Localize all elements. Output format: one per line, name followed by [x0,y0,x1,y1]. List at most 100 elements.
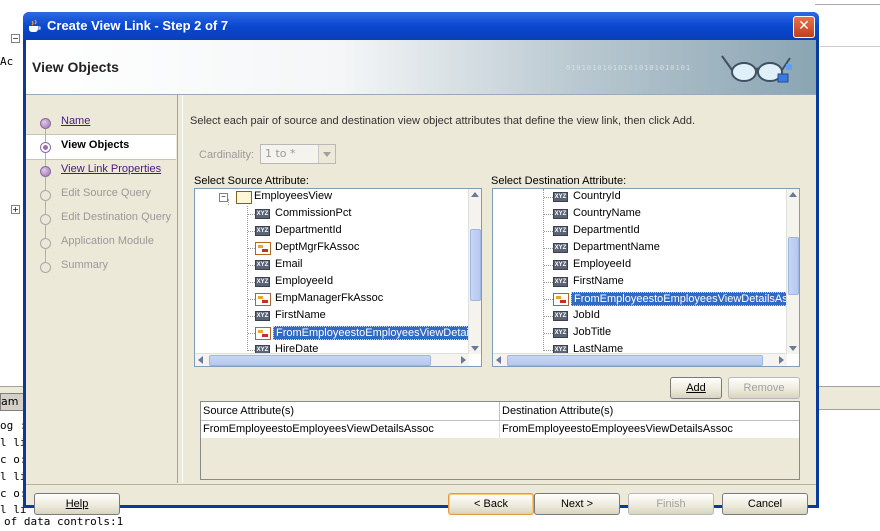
step-view-objects[interactable]: View Objects [26,135,176,157]
tree-node-label: EmployeeId [573,258,632,270]
next-button[interactable]: Next > [534,493,620,515]
scroll-thumb[interactable] [470,229,481,301]
tree-guide [248,265,255,266]
table-cell-destination[interactable]: FromEmployeestoEmployeesViewDetailsAssoc [500,421,799,438]
step-current-icon [40,142,51,153]
step-name[interactable]: Name [26,111,176,133]
page-title: View Objects [32,59,119,75]
add-button-label: Add [686,382,706,394]
tree-node-label: DepartmentId [275,224,342,236]
remove-button[interactable]: Remove [728,377,800,399]
step-done-icon [40,166,51,177]
association-icon [255,293,271,306]
title-bar[interactable]: Create View Link - Step 2 of 7 ✕ [23,12,819,40]
association-icon [255,327,271,340]
source-attribute-label: Select Source Attribute: [194,175,309,187]
scroll-down-icon[interactable] [789,346,797,351]
scroll-down-icon[interactable] [471,346,479,351]
tree-node-label: EmployeesView [254,190,333,202]
close-button[interactable]: ✕ [793,16,815,38]
panel-splitter[interactable] [177,95,183,483]
table-cell-source[interactable]: FromEmployeestoEmployeesViewDetailsAssoc [201,421,500,438]
step-view-link-properties[interactable]: View Link Properties [26,159,176,181]
scroll-right-icon[interactable] [461,356,466,364]
scroll-thumb[interactable] [209,355,431,366]
cardinality-select[interactable]: 1 to * [260,144,336,164]
tree-guide [248,214,255,215]
tree-node-label: EmpManagerFkAssoc [275,292,384,304]
add-button[interactable]: Add [670,377,722,399]
table-header-destination[interactable]: Destination Attribute(s) [500,402,799,421]
help-button-label: Help [65,498,89,510]
attribute-icon: XYZ [553,260,568,270]
attribute-icon: XYZ [255,311,270,321]
tree-node-label: DepartmentName [573,241,660,253]
step-pending-icon [40,238,51,249]
collapse-icon[interactable]: − [219,193,228,202]
tree-node-label: FromEmployeestoEmployeesViewDetailsA [273,326,481,340]
tree-node-label: DepartmentId [573,224,640,236]
back-button-label: < Back [474,498,508,510]
finish-button-label: Finish [656,498,686,510]
log-last-line: of data controls:1 [4,515,124,528]
instruction-text: Select each pair of source and destinati… [190,115,696,127]
scroll-up-icon[interactable] [471,192,479,197]
tree-guide [247,206,248,351]
destination-vertical-scrollbar[interactable] [786,189,799,354]
tree-node-label: FirstName [275,309,326,321]
tree-guide [544,214,553,215]
cancel-button[interactable]: Cancel [722,493,808,515]
expand-icon[interactable]: + [11,205,20,214]
tree-guide [248,350,255,351]
tree-node-label: FirstName [573,275,624,287]
finish-button[interactable]: Finish [628,493,714,515]
tree-node-label: JobId [573,309,600,321]
destination-horizontal-scrollbar[interactable] [493,353,787,366]
chevron-down-icon[interactable] [318,145,335,163]
attribute-icon: XYZ [553,277,568,287]
collapse-icon[interactable]: − [11,34,20,43]
scroll-thumb[interactable] [788,237,799,295]
step-pending-icon [40,262,51,273]
tree-guide [248,316,255,317]
attribute-icon: XYZ [553,209,568,219]
scroll-left-icon[interactable] [198,356,203,364]
tree-guide [544,197,553,198]
attribute-icon: XYZ [553,226,568,236]
glasses-icon [721,55,792,83]
wizard-steps-panel: Name View Objects View Link Properties E… [26,95,176,483]
source-horizontal-scrollbar[interactable] [195,353,469,366]
binary-decoration: 010101010101010101010101 [566,64,692,72]
attribute-icon: XYZ [553,192,568,202]
footer-divider [26,484,816,485]
dialog-title: Create View Link - Step 2 of 7 [47,18,229,33]
source-attribute-tree[interactable]: − EmployeesView XYZ CommissionPct XYZ Depar… [194,188,482,367]
attribute-icon: XYZ [255,260,270,270]
scroll-thumb[interactable] [507,355,763,366]
back-button[interactable]: < Back [448,493,534,515]
cardinality-label: Cardinality: [199,149,255,161]
destination-attribute-tree[interactable]: XYZ CountryId XYZ CountryName XYZ DepartmentI… [492,188,800,367]
attribute-pairs-table[interactable]: Source Attribute(s) Destination Attribut… [200,401,800,480]
step-edit-destination-query: Edit Destination Query [26,207,176,229]
tree-node-label: EmployeeId [275,275,334,287]
attribute-icon: XYZ [553,311,568,321]
dialog-body: View Objects 010101010101010101010101 Na… [26,40,816,515]
tree-node-label: CommissionPct [275,207,352,219]
scroll-right-icon[interactable] [779,356,784,364]
tree-guide [544,316,553,317]
header-banner: View Objects 010101010101010101010101 [26,40,816,95]
tree-guide [544,299,553,300]
destination-attribute-label: Select Destination Attribute: [491,175,627,187]
tree-guide [248,333,255,334]
scroll-left-icon[interactable] [496,356,501,364]
table-header-source[interactable]: Source Attribute(s) [201,402,500,421]
remove-button-label: Remove [743,382,785,394]
step-label: View Link Properties [61,163,162,175]
step-label: Summary [61,259,109,271]
background-divider [820,46,880,47]
help-button[interactable]: Help [34,493,120,515]
source-vertical-scrollbar[interactable] [468,189,481,354]
scroll-up-icon[interactable] [789,192,797,197]
background-window-edge [815,0,880,5]
